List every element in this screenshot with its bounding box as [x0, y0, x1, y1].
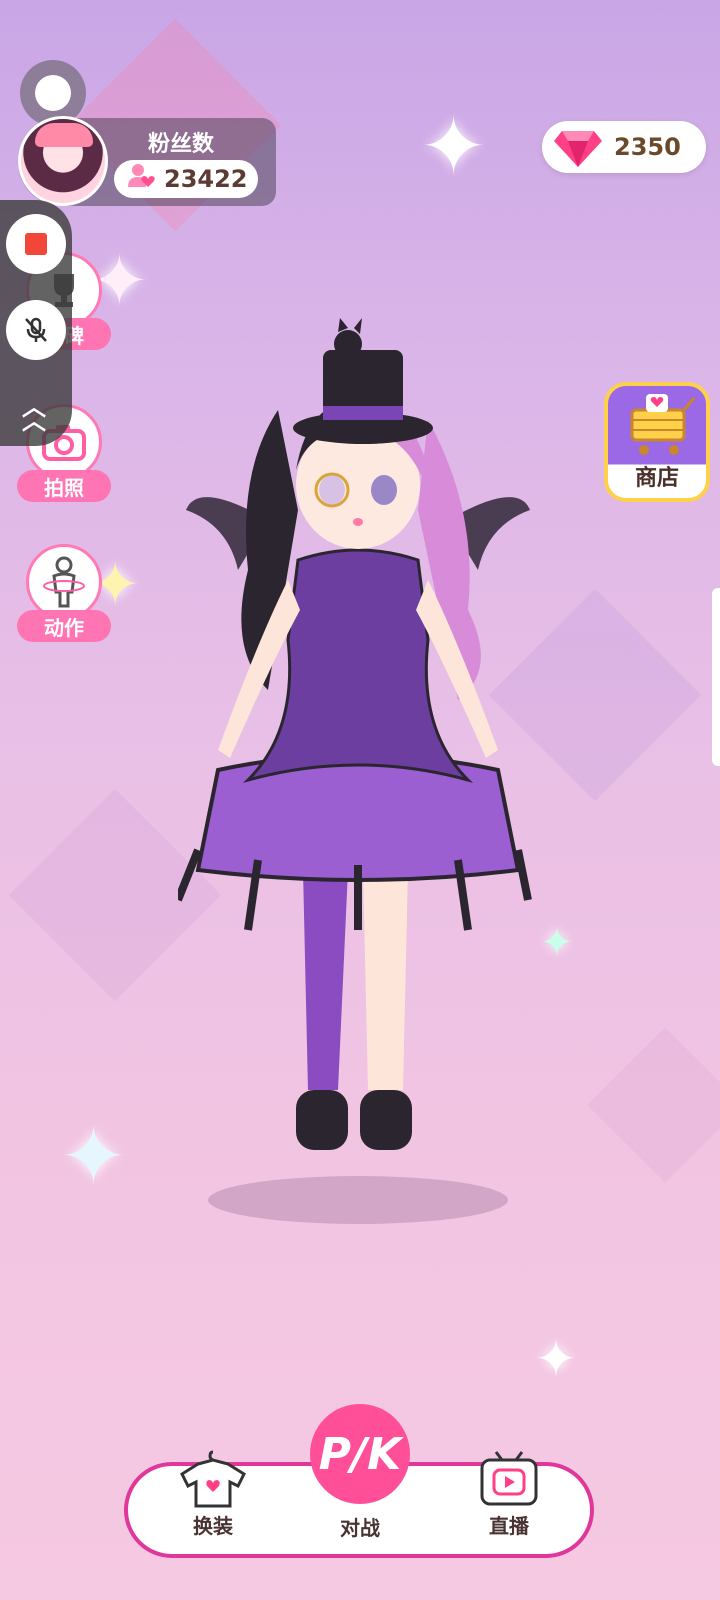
- character-avatar[interactable]: [178, 310, 538, 1240]
- chevron-up-icon[interactable]: ︿ ︿: [22, 395, 46, 433]
- pk-icon: P/K: [318, 1428, 402, 1480]
- shirt-icon: [180, 1450, 246, 1508]
- mic-off-icon: [25, 317, 47, 342]
- shop-button[interactable]: 商店: [604, 382, 710, 502]
- shop-label: 商店: [634, 466, 679, 491]
- fans-heart-icon: [128, 163, 158, 195]
- nav-battle-label: 对战: [340, 1516, 380, 1540]
- gem-balance[interactable]: 2350: [542, 121, 706, 173]
- fans-count: 23422: [164, 165, 248, 193]
- pose-figure-icon: [43, 556, 85, 608]
- fans-label: 粉丝数: [148, 132, 215, 157]
- pk-battle-button[interactable]: P/K: [310, 1404, 410, 1504]
- edge-drawer-handle[interactable]: [712, 588, 720, 766]
- nav-dress-label: 换装: [193, 1514, 233, 1538]
- avatar[interactable]: [18, 116, 108, 206]
- gem-icon: [554, 131, 602, 167]
- nav-dress-up[interactable]: 换装: [168, 1450, 258, 1539]
- recorder-control-bar: ︿ ︿: [0, 200, 72, 446]
- pose-label: 动作: [17, 610, 111, 642]
- nav-live-label: 直播: [489, 1514, 529, 1538]
- tv-play-icon: [480, 1451, 538, 1506]
- stop-record-button[interactable]: [6, 214, 66, 274]
- stop-record-icon: [25, 233, 47, 255]
- pose-button[interactable]: 动作: [16, 544, 112, 642]
- nav-live[interactable]: 直播: [464, 1450, 554, 1539]
- mic-toggle-button[interactable]: [6, 300, 66, 360]
- photo-label: 拍照: [17, 470, 111, 502]
- gem-count: 2350: [614, 133, 681, 161]
- shopping-cart-icon: [630, 394, 696, 455]
- recorder-float-icon: [35, 75, 71, 111]
- fans-count-pill: 23422: [114, 160, 258, 198]
